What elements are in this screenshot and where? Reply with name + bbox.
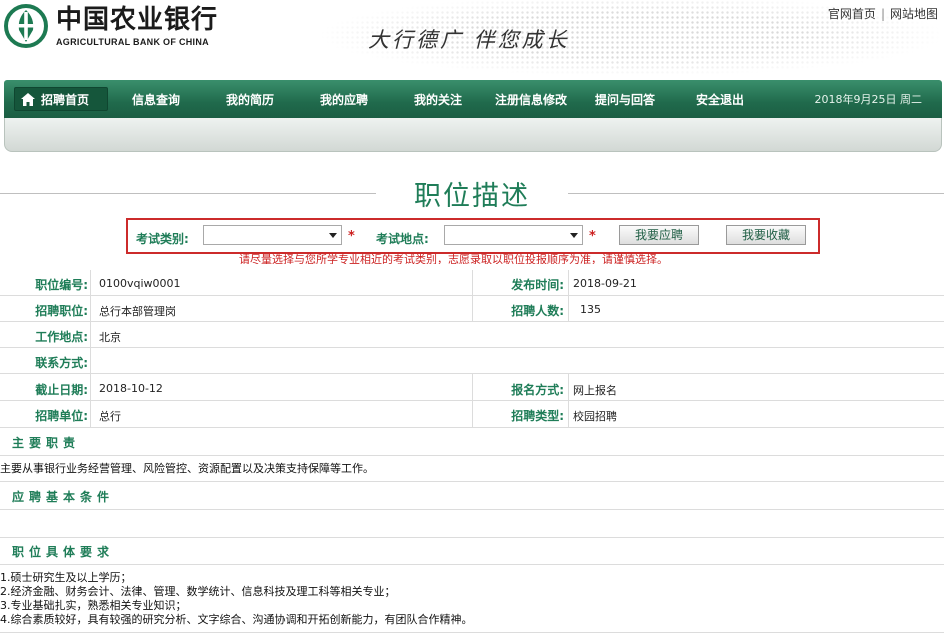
section-divider [0, 509, 944, 510]
headcount-label: 招聘人数: [511, 304, 564, 318]
section-divider [0, 481, 944, 482]
detail-row: 招聘职位: 总行本部管理岗 招聘人数: 135 [0, 296, 944, 322]
section-divider [0, 632, 944, 633]
publish-date-label: 发布时间: [511, 278, 564, 292]
selection-hint: 请尽量选择与您所学专业相近的考试类别，志愿录取以职位投报顺序为准，请谨慎选择。 [239, 253, 668, 264]
sub-nav-bar [4, 118, 942, 152]
homepage-link[interactable]: 官网首页 [828, 5, 876, 22]
section-divider [0, 537, 944, 538]
duties-heading: 主要职责 [12, 436, 81, 450]
requirement-item: 1.硕士研究生及以上学历； [0, 571, 132, 584]
main-nav: 招聘首页 信息查询 我的简历 我的应聘 我的关注 注册信息修改 提问与回答 安全… [4, 80, 942, 118]
apply-button[interactable]: 我要应聘 [619, 225, 699, 245]
nav-edit-registration[interactable]: 注册信息修改 [495, 91, 567, 108]
work-location-value: 北京 [99, 331, 121, 344]
basic-requirements-heading: 应聘基本条件 [12, 490, 115, 504]
nav-logout[interactable]: 安全退出 [696, 91, 744, 108]
chevron-down-icon [329, 233, 337, 238]
deadline-label: 截止日期: [35, 383, 88, 397]
detail-row: 工作地点: 北京 [0, 322, 944, 348]
signup-method-label: 报名方式: [511, 383, 564, 397]
bank-name-en: AGRICULTURAL BANK OF CHINA [56, 37, 209, 47]
publish-date-value: 2018-09-21 [573, 277, 637, 290]
job-id-value: 0100vqiw0001 [99, 277, 181, 290]
nav-my-resume[interactable]: 我的简历 [226, 91, 274, 108]
signup-method-value: 网上报名 [573, 384, 617, 397]
job-requirements-heading: 职位具体要求 [12, 545, 115, 559]
top-links: 官网首页 | 网站地图 [828, 5, 938, 22]
duties-text: 主要从事银行业务经营管理、风险管控、资源配置以及决策支持保障等工作。 [0, 462, 374, 475]
link-separator: | [880, 6, 885, 21]
current-date: 2018年9月25日 周二 [814, 93, 923, 106]
required-mark: * [589, 229, 596, 244]
site-header: 中国农业银行 AGRICULTURAL BANK OF CHINA 大行德广 伴… [0, 0, 944, 78]
page-title: 职位描述 [414, 181, 530, 212]
nav-info-query[interactable]: 信息查询 [132, 91, 180, 108]
position-label: 招聘职位: [35, 304, 88, 318]
nav-my-applications[interactable]: 我的应聘 [320, 91, 368, 108]
sitemap-link[interactable]: 网站地图 [890, 5, 938, 22]
position-value: 总行本部管理岗 [99, 305, 176, 318]
detail-row: 职位编号: 0100vqiw0001 发布时间: 2018-09-21 [0, 270, 944, 296]
slogan: 大行德广 伴您成长 [368, 28, 570, 52]
chevron-down-icon [570, 233, 578, 238]
nav-qa[interactable]: 提问与回答 [595, 91, 655, 108]
bank-logo[interactable]: 中国农业银行 AGRICULTURAL BANK OF CHINA [4, 4, 218, 48]
hiring-type-value: 校园招聘 [573, 410, 617, 423]
work-location-label: 工作地点: [35, 330, 88, 344]
requirement-item: 4.综合素质较好，具有较强的研究分析、文字综合、沟通协调和开拓创新能力，有团队合… [0, 613, 473, 626]
detail-row: 联系方式: [0, 348, 944, 374]
exam-type-label: 考试类别: [136, 232, 189, 246]
home-icon [21, 92, 35, 106]
title-divider-right [568, 193, 944, 194]
abc-logo-icon [4, 4, 48, 48]
headcount-value: 135 [580, 303, 601, 316]
exam-location-select[interactable] [444, 225, 583, 245]
required-mark: * [348, 229, 355, 244]
hiring-unit-value: 总行 [99, 410, 121, 423]
hiring-type-label: 招聘类型: [511, 409, 564, 423]
nav-home[interactable]: 招聘首页 [14, 87, 108, 111]
section-divider [0, 455, 944, 456]
hiring-unit-label: 招聘单位: [35, 409, 88, 423]
contact-label: 联系方式: [35, 356, 88, 370]
section-divider [0, 564, 944, 565]
nav-home-label: 招聘首页 [41, 92, 90, 107]
job-id-label: 职位编号: [35, 278, 88, 292]
title-divider-left [0, 193, 376, 194]
requirement-item: 3.专业基础扎实，熟悉相关专业知识； [0, 599, 187, 612]
application-filter-box: 考试类别: * 考试地点: * 我要应聘 我要收藏 [126, 218, 820, 254]
detail-row: 招聘单位: 总行 招聘类型: 校园招聘 [0, 401, 944, 428]
favorite-button[interactable]: 我要收藏 [726, 225, 806, 245]
deadline-value: 2018-10-12 [99, 382, 163, 395]
nav-my-follows[interactable]: 我的关注 [414, 91, 462, 108]
exam-type-select[interactable] [203, 225, 342, 245]
bank-name-cn: 中国农业银行 [56, 5, 219, 35]
requirement-item: 2.经济金融、财务会计、法律、管理、数学统计、信息科技及理工科等相关专业； [0, 585, 396, 598]
detail-row: 截止日期: 2018-10-12 报名方式: 网上报名 [0, 374, 944, 401]
exam-location-label: 考试地点: [376, 232, 429, 246]
